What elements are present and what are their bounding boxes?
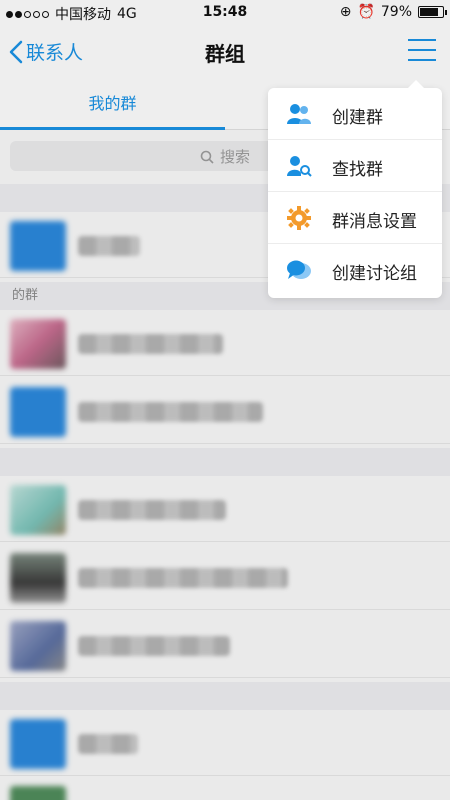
menu-item-group-settings[interactable]: 群消息设置	[268, 192, 442, 244]
group-name-blurred	[78, 636, 230, 656]
group-name-blurred	[78, 568, 288, 588]
list-item[interactable]	[0, 476, 450, 542]
menu-item-find-group[interactable]: 查找群	[268, 140, 442, 192]
create-group-icon	[287, 104, 311, 124]
list-item[interactable]	[0, 710, 450, 776]
find-group-icon	[287, 156, 312, 177]
create-discussion-icon	[287, 260, 311, 279]
avatar	[10, 221, 66, 271]
search-icon	[200, 150, 214, 164]
navigation-bar: 联系人 群组	[0, 26, 450, 80]
list-item[interactable]	[0, 778, 450, 800]
status-right: ⊕ ⏰ 79%	[339, 4, 447, 20]
menu-item-create-group[interactable]: 创建群	[268, 88, 442, 140]
avatar	[10, 319, 66, 369]
list-item[interactable]	[0, 378, 450, 444]
group-name-blurred	[78, 402, 263, 422]
list-item[interactable]	[0, 310, 450, 376]
menu-item-label: 查找群	[332, 160, 383, 180]
menu-item-label: 创建群	[332, 108, 383, 128]
battery-percent: 79%	[380, 4, 412, 20]
dropdown-menu: 创建群 查找群 群消息设置 创建讨论组	[268, 80, 442, 298]
page-title: 群组	[205, 42, 245, 66]
menu-item-create-discussion[interactable]: 创建讨论组	[268, 244, 442, 296]
group-name-blurred	[78, 500, 226, 520]
avatar	[10, 719, 66, 769]
tab-indicator	[0, 127, 225, 130]
section-header	[0, 448, 450, 476]
avatar	[10, 786, 66, 800]
avatar	[10, 553, 66, 603]
search-placeholder: 搜索	[219, 148, 250, 166]
menu-icon[interactable]	[408, 36, 436, 64]
tab-my-groups[interactable]: 我的群	[0, 80, 225, 128]
rotation-lock-icon: ⊕	[339, 4, 352, 20]
alarm-icon: ⏰	[357, 4, 375, 20]
avatar	[10, 485, 66, 535]
menu-item-label: 群消息设置	[332, 212, 417, 232]
group-name-blurred	[78, 734, 138, 754]
avatar	[10, 621, 66, 671]
battery-icon	[418, 6, 447, 18]
section-header	[0, 682, 450, 710]
group-name-blurred	[78, 334, 223, 354]
status-bar: 中国移动 4G 15:48 ⊕ ⏰ 79%	[0, 0, 450, 26]
list-item[interactable]	[0, 612, 450, 678]
avatar	[10, 387, 66, 437]
list-item[interactable]	[0, 544, 450, 610]
group-name-blurred	[78, 236, 140, 256]
menu-item-label: 创建讨论组	[332, 264, 417, 284]
group-settings-icon	[287, 206, 311, 230]
